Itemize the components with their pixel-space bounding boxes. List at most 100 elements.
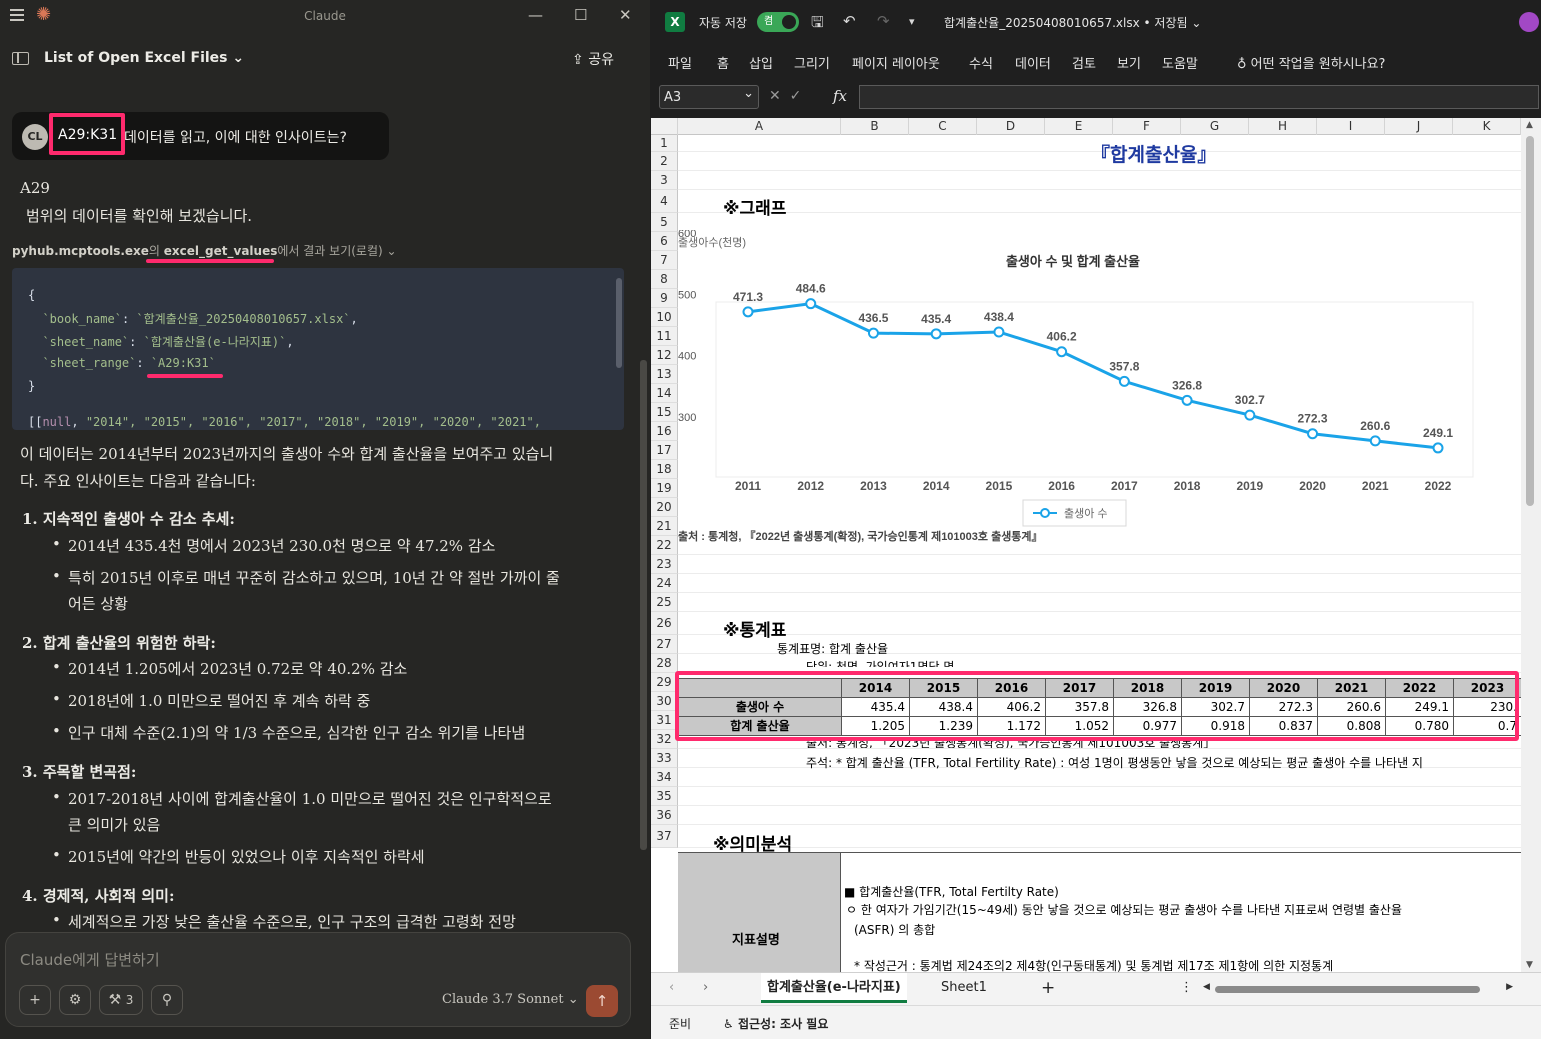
column-header[interactable]: A <box>678 118 841 135</box>
row-header[interactable]: 16 <box>651 422 678 441</box>
row-header[interactable]: 35 <box>651 787 678 806</box>
row-header[interactable]: 22 <box>651 536 678 555</box>
column-header[interactable]: C <box>909 118 977 135</box>
tab-review[interactable]: 검토 <box>1072 53 1096 72</box>
row-header[interactable]: 17 <box>651 441 678 460</box>
accessibility-status[interactable]: ♿ 접근성: 조사 필요 <box>723 1015 828 1032</box>
worksheet-grid[interactable]: ABCDEFGHIJK 1 2 3 4 5 6 7 8 9 10 11 12 13 14 15 16 17 18 1… <box>651 118 1521 972</box>
row-header[interactable]: 3 <box>651 171 678 190</box>
more-icon[interactable]: ⋮ <box>1180 973 1193 1003</box>
column-header[interactable]: F <box>1113 118 1181 135</box>
enter-icon[interactable]: ✓ <box>790 88 802 104</box>
vertical-scroll-thumb[interactable] <box>1526 136 1534 506</box>
row-header[interactable]: 29 <box>651 673 678 692</box>
code-scrollbar[interactable] <box>616 278 622 368</box>
row-header[interactable]: 6 <box>651 232 678 251</box>
vertical-scrollbar[interactable]: ▲ ▼ <box>1521 118 1541 972</box>
row-header[interactable]: 21 <box>651 517 678 536</box>
tab-file[interactable]: 파일 <box>668 53 692 72</box>
save-icon[interactable]: 🖫 <box>811 12 824 37</box>
next-sheet-icon[interactable]: › <box>703 973 708 1003</box>
row-header[interactable]: 8 <box>651 270 678 289</box>
row-header[interactable]: 5 <box>651 213 678 232</box>
sidebar-toggle-icon[interactable] <box>12 52 29 65</box>
row-header[interactable]: 24 <box>651 574 678 593</box>
row-header[interactable]: 23 <box>651 555 678 574</box>
row-header[interactable]: 37 <box>651 825 678 848</box>
tab-insert[interactable]: 삽입 <box>749 53 773 72</box>
birth-chart[interactable]: 출생아수(천명) 출생아 수 및 합계 출산율 600500400300 201… <box>678 230 1521 550</box>
horizontal-scroll-thumb[interactable] <box>1215 986 1480 993</box>
row-header[interactable]: 27 <box>651 635 678 654</box>
row-header[interactable]: 1 <box>651 135 678 152</box>
add-button[interactable]: + <box>19 985 51 1015</box>
column-header[interactable]: E <box>1045 118 1113 135</box>
row-header[interactable]: 33 <box>651 749 678 768</box>
row-header[interactable]: 30 <box>651 692 678 711</box>
share-button[interactable]: ⇪ 공유 <box>572 49 614 69</box>
maximize-icon[interactable]: ☐ <box>574 6 587 24</box>
autosave-toggle[interactable]: 켬 <box>757 12 799 32</box>
minimize-icon[interactable]: — <box>528 6 543 24</box>
file-name[interactable]: 합계출산율_20250408010657.xlsx • 저장됨 ⌄ <box>944 14 1201 31</box>
send-button[interactable]: ↑ <box>586 985 618 1017</box>
row-header[interactable]: 19 <box>651 479 678 498</box>
extension-icon[interactable]: ⚲ <box>151 985 183 1015</box>
model-selector[interactable]: Claude 3.7 Sonnet ⌄ <box>442 992 579 1007</box>
insert-function-button[interactable]: fx <box>833 87 847 105</box>
row-header[interactable]: 15 <box>651 403 678 422</box>
column-header[interactable]: G <box>1181 118 1249 135</box>
add-sheet-button[interactable]: + <box>1041 973 1055 1003</box>
tab-page-layout[interactable]: 페이지 레이아웃 <box>852 53 940 72</box>
row-header[interactable]: 20 <box>651 498 678 517</box>
column-header[interactable]: D <box>977 118 1045 135</box>
tell-me-search[interactable]: ♁ 어떤 작업을 원하시나요? <box>1237 53 1385 72</box>
tab-draw[interactable]: 그리기 <box>794 53 830 72</box>
tab-data[interactable]: 데이터 <box>1015 53 1051 72</box>
formula-input[interactable] <box>859 85 1539 109</box>
row-header[interactable]: 32 <box>651 730 678 749</box>
composer-input[interactable]: Claude에게 답변하기 <box>20 949 160 970</box>
conversation-title[interactable]: List of Open Excel Files ⌄ <box>44 50 244 66</box>
tool-call-header[interactable]: pyhub.mcptools.exe의 excel_get_values에서 결… <box>12 242 397 259</box>
column-header[interactable]: B <box>841 118 909 135</box>
customize-icon[interactable]: ▾ <box>909 15 915 28</box>
tools-button[interactable]: ⚒ 3 <box>99 985 143 1015</box>
row-header[interactable]: 26 <box>651 612 678 635</box>
close-icon[interactable]: ✕ <box>619 6 632 24</box>
prev-sheet-icon[interactable]: ‹ <box>669 973 674 1003</box>
row-header[interactable]: 28 <box>651 654 678 673</box>
row-header[interactable]: 12 <box>651 346 678 365</box>
message-composer[interactable]: Claude에게 답변하기 + ⚙ ⚒ 3 ⚲ Claude 3.7 Sonne… <box>5 932 631 1027</box>
row-header[interactable]: 9 <box>651 289 678 308</box>
tab-sheet-main[interactable]: 합계출산율(e-나라지표) <box>761 973 907 1003</box>
tab-view[interactable]: 보기 <box>1117 53 1141 72</box>
tab-help[interactable]: 도움말 <box>1162 53 1198 72</box>
name-box[interactable]: A3 <box>659 85 759 109</box>
cancel-icon[interactable]: ✕ <box>769 88 781 104</box>
column-header[interactable]: J <box>1385 118 1453 135</box>
row-header[interactable]: 31 <box>651 711 678 730</box>
column-header[interactable]: H <box>1249 118 1317 135</box>
select-all-corner[interactable] <box>651 118 678 135</box>
row-header[interactable]: 2 <box>651 152 678 171</box>
row-header[interactable]: 14 <box>651 384 678 403</box>
row-header[interactable]: 11 <box>651 327 678 346</box>
horizontal-scrollbar[interactable]: ◀ ▶ <box>1203 982 1513 996</box>
row-header[interactable]: 7 <box>651 251 678 270</box>
row-header[interactable]: 13 <box>651 365 678 384</box>
tab-sheet1[interactable]: Sheet1 <box>941 973 987 1003</box>
row-header[interactable]: 34 <box>651 768 678 787</box>
avatar[interactable] <box>1519 12 1539 32</box>
column-header[interactable]: I <box>1317 118 1385 135</box>
row-header[interactable]: 18 <box>651 460 678 479</box>
redo-icon[interactable]: ↷ <box>877 12 890 30</box>
undo-icon[interactable]: ↶ <box>843 12 856 30</box>
row-header[interactable]: 25 <box>651 593 678 612</box>
tab-formulas[interactable]: 수식 <box>969 53 993 72</box>
row-header[interactable]: 36 <box>651 806 678 825</box>
column-header[interactable]: K <box>1453 118 1521 135</box>
row-header[interactable]: 4 <box>651 190 678 213</box>
tab-home[interactable]: 홈 <box>717 53 729 72</box>
settings-icon[interactable]: ⚙ <box>59 985 91 1015</box>
